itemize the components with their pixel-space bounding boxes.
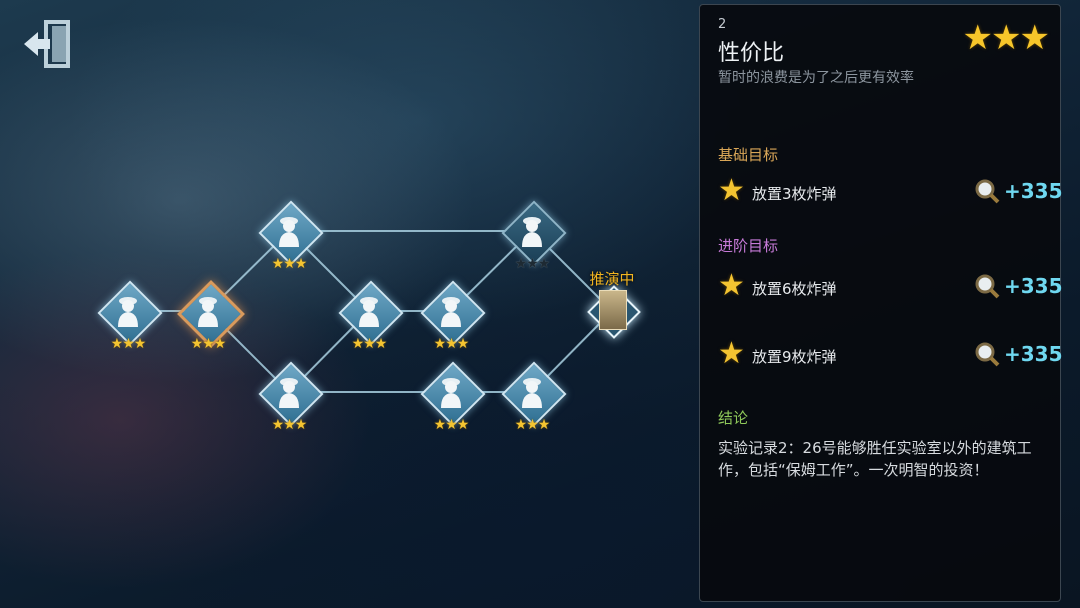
character-portrait-icon [441,378,461,408]
star-icon: ★ [445,417,458,433]
current-node[interactable]: 推演中 [582,270,642,340]
node-stars: ★★★ [514,256,551,272]
current-node-label: 推演中 [589,270,635,288]
level-node[interactable]: ★★★ [96,279,163,351]
star-icon: ★ [110,336,124,352]
rating-star-icon: ★ [1019,18,1051,58]
node-stars: ★★★ [271,256,308,272]
magnifier-icon [975,342,1000,367]
star-icon: ★ [283,417,296,433]
character-portrait-icon [279,378,299,408]
level-node[interactable]: ★★★ [257,360,324,432]
level-node[interactable]: ★★★ [257,199,324,271]
goal-text: 放置3枚炸弹 [752,185,837,203]
level-node[interactable]: ★★★ [176,279,245,351]
star-icon: ★ [514,417,528,433]
level-number: 2 [718,17,727,32]
rating-star-icon: ★ [962,18,994,58]
level-subtitle: 暂时的浪费是为了之后更有效率 [718,70,914,86]
star-icon: ★ [363,336,376,352]
goal-text: 放置9枚炸弹 [752,348,837,366]
goal-star-icon: ★ [718,336,745,371]
goal-star-icon: ★ [718,173,745,208]
node-stars: ★★★ [190,336,227,352]
star-icon: ★ [537,417,551,433]
star-icon: ★ [213,336,227,352]
star-icon: ★ [514,256,528,272]
star-icon: ★ [537,256,551,272]
star-icon: ★ [122,336,135,352]
magnifier-icon [975,179,1000,204]
goal-item: ★ 放置6枚炸弹 +335 [718,268,1063,305]
node-stars: ★★★ [433,336,470,352]
node-stars: ★★★ [271,417,308,433]
goal-reward: +335 [1004,179,1063,203]
star-icon: ★ [433,417,447,433]
star-icon: ★ [133,336,147,352]
star-icon: ★ [456,336,470,352]
basic-goals-heading: 基础目标 [718,146,779,164]
level-rating: ★★★ [962,18,1051,58]
advanced-goals-heading: 进阶目标 [718,237,779,255]
star-icon: ★ [374,336,388,352]
star-icon: ★ [190,336,204,352]
star-icon: ★ [445,336,458,352]
goal-item: ★ 放置3枚炸弹 +335 [718,173,1063,210]
star-icon: ★ [294,417,308,433]
level-node[interactable]: ★★★ [337,279,404,351]
level-info-panel: 2 性价比 暂时的浪费是为了之后更有效率 ★★★ 基础目标 ★ 放置3枚炸弹 +… [699,4,1063,602]
node-stars: ★★★ [351,336,388,352]
goal-text: 放置6枚炸弹 [752,280,837,298]
star-icon: ★ [526,417,539,433]
magnifier-icon [975,274,1000,299]
character-portrait-icon [441,297,461,327]
character-portrait-icon [522,217,542,247]
goal-reward: +335 [1004,342,1063,366]
star-icon: ★ [526,256,539,272]
character-portrait-icon [118,297,138,327]
node-stars: ★★★ [110,336,147,352]
level-node[interactable]: ★★★ [500,360,567,432]
level-node[interactable]: ★★★ [419,279,486,351]
star-icon: ★ [271,256,285,272]
goal-star-icon: ★ [718,268,745,303]
node-stars: ★★★ [433,417,470,433]
star-icon: ★ [351,336,365,352]
star-icon: ★ [433,336,447,352]
star-icon: ★ [283,256,296,272]
conclusion-text: 实验记录2：26号能够胜任实验室以外的建筑工作，包括“保姆工作”。一次明智的投资… [718,439,1032,479]
star-icon: ★ [202,336,215,352]
character-portrait-icon [198,297,218,327]
level-title: 性价比 [718,41,785,66]
character-portrait-icon [359,297,379,327]
character-portrait-icon [522,378,542,408]
character-card-icon [599,290,627,330]
conclusion-heading: 结论 [718,409,749,427]
star-icon: ★ [294,256,308,272]
star-icon: ★ [271,417,285,433]
goal-item: ★ 放置9枚炸弹 +335 [718,336,1063,373]
star-icon: ★ [456,417,470,433]
level-node[interactable]: ★★★ [500,199,567,271]
node-stars: ★★★ [514,417,551,433]
goal-reward: +335 [1004,274,1063,298]
character-portrait-icon [279,217,299,247]
rating-star-icon: ★ [991,18,1022,58]
level-node[interactable]: ★★★ [419,360,486,432]
